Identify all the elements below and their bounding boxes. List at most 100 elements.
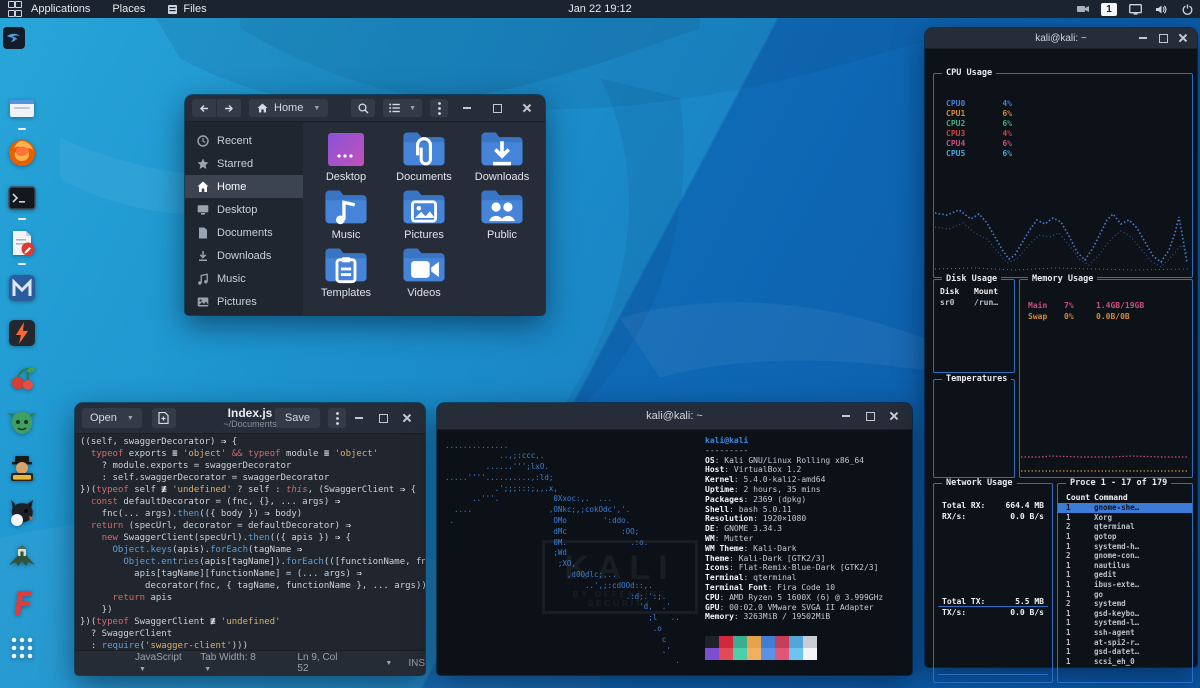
process-row[interactable]: 2qterminal <box>1058 522 1192 532</box>
dock-item-terminal[interactable] <box>7 183 37 213</box>
process-row[interactable]: 1gsd-datet… <box>1058 647 1192 657</box>
tab-width-label: Tab Width: 8 <box>200 652 256 663</box>
process-row[interactable]: 2systemd <box>1058 599 1192 609</box>
process-row[interactable]: 1gnome-she… <box>1058 503 1192 513</box>
volume-icon[interactable] <box>1150 0 1172 18</box>
editor-titlebar[interactable]: Open ▼ Index.js ~/Documents Save <box>75 403 425 434</box>
process-row[interactable]: 1systemd-l… <box>1058 618 1192 628</box>
minimize-button[interactable] <box>834 408 858 425</box>
close-button[interactable] <box>1173 31 1193 45</box>
tab-width-selector[interactable]: Tab Width: 8▼ <box>200 652 259 674</box>
cpu-core-row: CPU46% <box>934 138 1192 148</box>
sidebar-item-documents[interactable]: Documents <box>185 221 303 244</box>
process-row[interactable]: 1scsi_eh_0 <box>1058 657 1192 667</box>
new-document-button[interactable] <box>151 407 177 429</box>
menu-places[interactable]: Places <box>101 0 156 18</box>
open-button[interactable]: Open ▼ <box>81 407 143 429</box>
folder-music[interactable]: Music <box>307 190 385 248</box>
folder-templates[interactable]: Templates <box>307 248 385 306</box>
forward-button[interactable] <box>217 98 242 118</box>
workspace-indicator[interactable]: 1 <box>1098 0 1120 18</box>
dock-item-metasploit[interactable] <box>7 273 37 303</box>
process-row[interactable]: 2gnome-con… <box>1058 551 1192 561</box>
chevron-down-icon[interactable]: ▼ <box>385 660 392 667</box>
sidebar-item-music[interactable]: Music <box>185 267 303 290</box>
code-area[interactable]: ((self, swaggerDecorator) ⇒ { typeof exp… <box>75 434 425 651</box>
sidebar-item-downloads[interactable]: Downloads <box>185 244 303 267</box>
dock-item-text-editor[interactable] <box>7 228 37 258</box>
cpu-usage-legend: CPU Usage <box>942 68 996 78</box>
maximize-button[interactable] <box>1153 31 1173 45</box>
minimize-button[interactable] <box>1133 31 1153 45</box>
dock-item-files[interactable] <box>7 93 37 123</box>
maximize-button[interactable] <box>371 410 395 427</box>
terminal-titlebar[interactable]: kali@kali: ~ <box>437 403 912 430</box>
dock-item-john-the-ripper[interactable] <box>7 453 37 483</box>
path-button[interactable]: Home ▼ <box>248 98 329 118</box>
cpu-core-row: CPU04% <box>934 98 1192 108</box>
menu-applications[interactable]: Applications <box>20 0 101 18</box>
process-row[interactable]: 1go <box>1058 589 1192 599</box>
dock-item-show-apps[interactable] <box>7 633 37 663</box>
file-manager-titlebar[interactable]: Home ▼ ▼ <box>185 95 545 122</box>
sidebar-item-label: Pictures <box>217 296 257 308</box>
sidebar-item-desktop[interactable]: Desktop <box>185 198 303 221</box>
terminal-content[interactable]: KALI BY OFFENSIVE SECURITY .............… <box>437 430 912 675</box>
process-row[interactable]: 1nautilus <box>1058 561 1192 571</box>
sidebar-item-home[interactable]: Home <box>185 175 303 198</box>
cursor-position[interactable]: Ln 9, Col 52 <box>297 652 345 674</box>
minimize-button[interactable] <box>455 100 479 117</box>
folder-label: Desktop <box>326 171 366 183</box>
close-button[interactable] <box>882 408 906 425</box>
back-button[interactable] <box>191 98 217 118</box>
process-row[interactable]: 1gsd-keybo… <box>1058 609 1192 619</box>
folder-documents[interactable]: Documents <box>385 132 463 190</box>
neofetch-field: DE: GNOME 3.34.3 <box>705 524 883 534</box>
view-options-button[interactable]: ▼ <box>382 98 423 118</box>
menu-kebab-button[interactable] <box>327 407 347 429</box>
maximize-button[interactable] <box>858 408 882 425</box>
menu-files[interactable]: Files <box>156 0 217 18</box>
folder-downloads[interactable]: Downloads <box>463 132 541 190</box>
monitor-titlebar[interactable]: kali@kali: ~ <box>925 28 1197 49</box>
running-indicator <box>18 263 26 265</box>
folder-desktop[interactable]: Desktop <box>307 132 385 190</box>
sidebar-item-starred[interactable]: Starred <box>185 152 303 175</box>
process-row[interactable]: 1Xorg <box>1058 513 1192 523</box>
save-button[interactable]: Save <box>274 407 321 429</box>
search-button[interactable] <box>350 98 376 118</box>
kali-logo-tile[interactable] <box>3 27 25 49</box>
menu-kebab-button[interactable] <box>429 98 449 118</box>
insert-mode[interactable]: INS <box>408 658 425 669</box>
close-button[interactable] <box>515 100 539 117</box>
power-icon[interactable] <box>1176 0 1198 18</box>
display-icon[interactable] <box>1124 0 1146 18</box>
process-row[interactable]: 1ssh-agent <box>1058 628 1192 638</box>
dock-item-firefox[interactable] <box>7 138 37 168</box>
process-row[interactable]: 1gedit <box>1058 570 1192 580</box>
folder-pictures[interactable]: Pictures <box>385 190 463 248</box>
language-selector[interactable]: JavaScript▼ <box>135 652 186 674</box>
indicator-icon[interactable] <box>1072 0 1094 18</box>
chevron-down-icon: ▼ <box>409 105 416 112</box>
dock-item-faraday[interactable] <box>7 588 37 618</box>
minimize-button[interactable] <box>347 410 371 427</box>
sidebar-item-recent[interactable]: Recent <box>185 129 303 152</box>
dock-item-burpsuite[interactable] <box>7 318 37 348</box>
dock-item-green-goblin[interactable] <box>7 408 37 438</box>
dog-tool-icon <box>7 498 37 528</box>
process-row[interactable]: 1ibus-exte… <box>1058 580 1192 590</box>
folder-public[interactable]: Public <box>463 190 541 248</box>
process-row[interactable]: 1gotop <box>1058 532 1192 542</box>
close-button[interactable] <box>395 410 419 427</box>
process-row[interactable]: 1systemd-h… <box>1058 541 1192 551</box>
dock-item-bat-tool[interactable] <box>7 543 37 573</box>
maximize-button[interactable] <box>485 100 509 117</box>
folder-videos[interactable]: Videos <box>385 248 463 306</box>
cpu-usage-box: CPU Usage CPU04%CPU16%CPU26%CPU34%CPU46%… <box>933 73 1193 278</box>
dock-item-cherrytree[interactable] <box>7 363 37 393</box>
activities-grid-icon[interactable] <box>8 1 20 17</box>
process-row[interactable]: 1at-spi2-r… <box>1058 637 1192 647</box>
dock-item-dog-tool[interactable] <box>7 498 37 528</box>
sidebar-item-pictures[interactable]: Pictures <box>185 290 303 313</box>
